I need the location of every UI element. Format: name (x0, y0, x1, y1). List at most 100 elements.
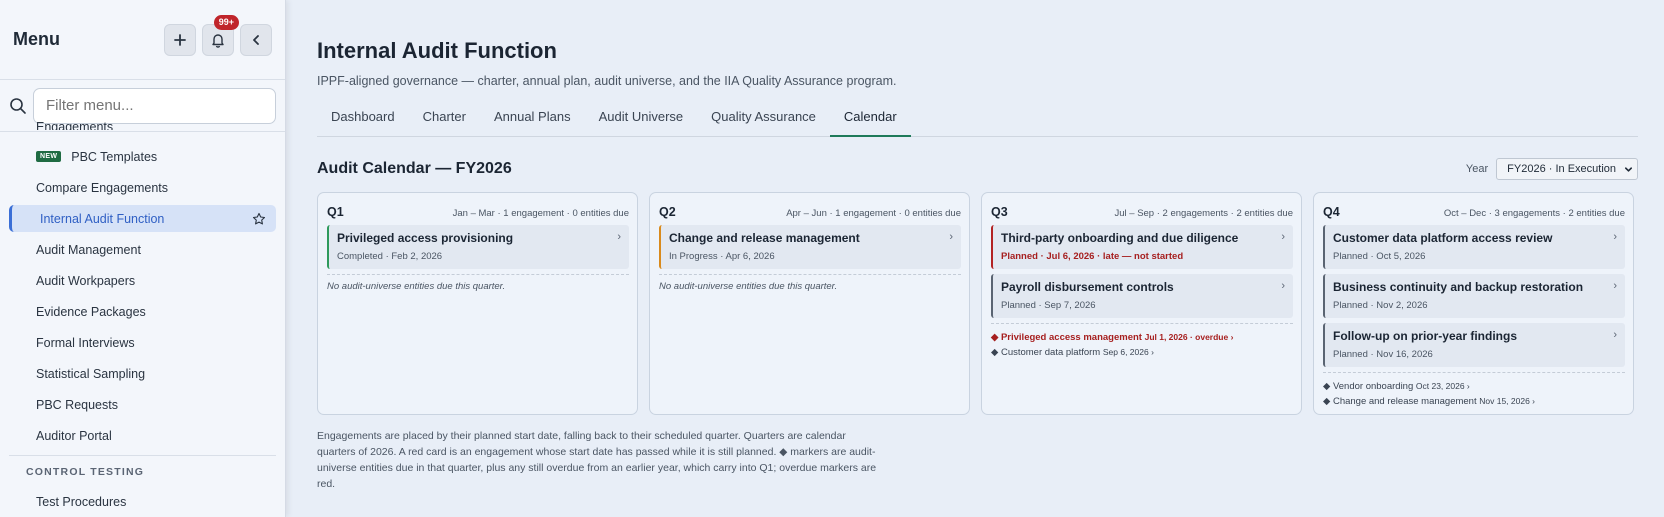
empty-entities-text: No audit-universe entities due this quar… (659, 281, 838, 292)
tab-annual-plans[interactable]: Annual Plans (480, 105, 585, 137)
sidebar-item-compare-engagements[interactable]: Compare Engagements (0, 172, 285, 203)
engagement-title: Payroll disbursement controls (1001, 280, 1174, 294)
sidebar-item-evidence-packages[interactable]: Evidence Packages (0, 296, 285, 327)
sidebar-item-label: Test Procedures (36, 494, 127, 509)
entity-due-date: Jul 1, 2026 · overdue › (1144, 332, 1234, 342)
chevron-right-icon: › (1613, 280, 1617, 292)
notifications-button[interactable]: 99+ (202, 14, 239, 56)
page-title: Internal Audit Function (317, 38, 557, 63)
entities-section: No audit-universe entities due this quar… (659, 274, 961, 292)
chevron-right-icon: › (1281, 231, 1285, 243)
tab-bar: Dashboard Charter Annual Plans Audit Uni… (317, 105, 1638, 137)
engagement-status: Planned · Nov 16, 2026 (1333, 349, 1433, 360)
chevron-down-icon (1624, 166, 1633, 172)
add-button[interactable] (164, 23, 196, 56)
engagement-status: Planned · Jul 6, 2026 · late — not start… (1001, 251, 1184, 262)
chevron-left-icon (253, 34, 259, 45)
quarter-name: Q1 (327, 205, 344, 219)
sidebar-item-label: Internal Audit Function (40, 211, 165, 226)
engagement-card[interactable]: Privileged access provisioning Completed… (327, 225, 629, 269)
notification-badge: 99+ (213, 14, 239, 30)
chevron-right-icon: › (617, 231, 621, 243)
entity-due-marker[interactable]: ◆ Vendor onboarding Oct 23, 2026 › (1323, 379, 1625, 394)
quarter-q3: Q3 Jul – Sep · 2 engagements · 2 entitie… (981, 192, 1302, 415)
sidebar-item-audit-workpapers[interactable]: Audit Workpapers (0, 265, 285, 296)
chevron-right-icon: › (949, 231, 953, 243)
chevron-right-icon: › (1613, 231, 1617, 243)
calendar-title: Audit Calendar — FY2026 (317, 160, 512, 177)
sidebar-item-pbc-requests[interactable]: PBC Requests (0, 389, 285, 420)
engagement-card[interactable]: Follow-up on prior-year findings Planned… (1323, 323, 1625, 367)
entity-due-marker[interactable]: ◆ Customer data platform Sep 6, 2026 › (991, 345, 1293, 360)
quarter-meta: Apr – Jun · 1 engagement · 0 entities du… (786, 208, 961, 219)
collapse-sidebar-button[interactable] (240, 23, 272, 56)
sidebar-item-label: Auditor Portal (36, 428, 112, 443)
quarter-header: Q3 Jul – Sep · 2 engagements · 2 entitie… (991, 201, 1293, 219)
year-select-value: FY2026 · In Execution (1507, 163, 1616, 175)
plus-icon (174, 33, 186, 46)
tab-quality-assurance[interactable]: Quality Assurance (697, 105, 830, 137)
entity-name: Change and release management (1332, 396, 1477, 407)
engagement-card[interactable]: Third-party onboarding and due diligence… (991, 225, 1293, 269)
quarter-header: Q2 Apr – Jun · 1 engagement · 0 entities… (659, 201, 961, 219)
star-icon[interactable] (252, 212, 266, 226)
sidebar-item-auditor-portal[interactable]: Auditor Portal (0, 420, 285, 451)
entity-name: Vendor onboarding (1332, 381, 1414, 392)
sidebar-item-engagements[interactable]: Engagements (36, 120, 113, 130)
quarter-meta: Jan – Mar · 1 engagement · 0 entities du… (452, 208, 629, 219)
sidebar-item-internal-audit-function[interactable]: Internal Audit Function (9, 205, 276, 232)
engagement-title: Business continuity and backup restorati… (1333, 280, 1584, 294)
sidebar-title: Menu (13, 29, 60, 49)
year-select[interactable]: FY2026 · In Execution (1496, 158, 1638, 180)
entities-section: No audit-universe entities due this quar… (327, 274, 629, 292)
quarter-header: Q4 Oct – Dec · 3 engagements · 2 entitie… (1323, 201, 1625, 219)
sidebar: Menu 99+ Engagements NEW PBC Templates C… (0, 0, 286, 517)
tab-calendar[interactable]: Calendar (829, 105, 911, 137)
sidebar-item-formal-interviews[interactable]: Formal Interviews (0, 327, 285, 358)
quarter-header: Q1 Jan – Mar · 1 engagement · 0 entities… (327, 201, 629, 219)
sidebar-item-test-procedures[interactable]: Test Procedures (0, 486, 285, 517)
main-content: Internal Audit Function IPPF-aligned gov… (317, 0, 1638, 492)
engagement-title: Follow-up on prior-year findings (1333, 329, 1517, 343)
sidebar-item-label: Audit Management (36, 242, 141, 257)
chevron-right-icon: › (1281, 280, 1285, 292)
tab-audit-universe[interactable]: Audit Universe (585, 105, 698, 137)
entity-name: Customer data platform (1000, 347, 1101, 358)
sidebar-item-pbc-templates[interactable]: NEW PBC Templates (0, 141, 285, 172)
quarter-meta: Oct – Dec · 3 engagements · 2 entities d… (1443, 208, 1625, 219)
page-subtitle: IPPF-aligned governance — charter, annua… (317, 74, 897, 88)
sidebar-item-label: PBC Requests (36, 397, 118, 412)
chevron-right-icon: › (1613, 329, 1617, 341)
engagement-card[interactable]: Business continuity and backup restorati… (1323, 274, 1625, 318)
engagement-card[interactable]: Customer data platform access review Pla… (1323, 225, 1625, 269)
new-badge: NEW (36, 151, 62, 162)
quarter-grid: Q1 Jan – Mar · 1 engagement · 0 entities… (317, 192, 1638, 415)
bell-icon (212, 33, 224, 48)
engagement-title: Change and release management (669, 231, 860, 245)
sidebar-item-label: Audit Workpapers (36, 273, 136, 288)
engagement-card[interactable]: Change and release management In Progres… (659, 225, 961, 269)
engagement-status: Planned · Nov 2, 2026 (1333, 300, 1428, 311)
sidebar-item-audit-management[interactable]: Audit Management (0, 234, 285, 265)
quarter-name: Q3 (991, 205, 1008, 219)
entity-due-marker[interactable]: ◆ Change and release management Nov 15, … (1323, 394, 1625, 409)
entity-due-date: Nov 15, 2026 › (1479, 396, 1536, 406)
menu-filter-input[interactable] (33, 87, 276, 124)
engagement-card[interactable]: Payroll disbursement controls Planned · … (991, 274, 1293, 318)
tab-dashboard[interactable]: Dashboard (317, 105, 409, 137)
sidebar-item-label: PBC Templates (71, 149, 158, 164)
engagement-status: Planned · Oct 5, 2026 (1333, 251, 1426, 262)
engagement-status: In Progress · Apr 6, 2026 (669, 251, 775, 262)
engagement-title: Third-party onboarding and due diligence (1001, 231, 1239, 245)
engagement-title: Customer data platform access review (1333, 231, 1553, 245)
entities-section: ◆ Privileged access management Jul 1, 20… (991, 323, 1293, 360)
entity-due-marker[interactable]: ◆ Privileged access management Jul 1, 20… (991, 330, 1293, 345)
entity-due-date: Sep 6, 2026 › (1102, 347, 1154, 357)
engagement-title: Privileged access provisioning (337, 231, 514, 245)
engagement-status: Completed · Feb 2, 2026 (337, 251, 443, 262)
sidebar-item-label: Compare Engagements (36, 180, 169, 195)
tab-charter[interactable]: Charter (409, 105, 480, 137)
sidebar-header: Menu 99+ (0, 0, 285, 80)
sidebar-item-statistical-sampling[interactable]: Statistical Sampling (0, 358, 285, 389)
menu-list: Engagements NEW PBC Templates Compare En… (0, 120, 285, 517)
